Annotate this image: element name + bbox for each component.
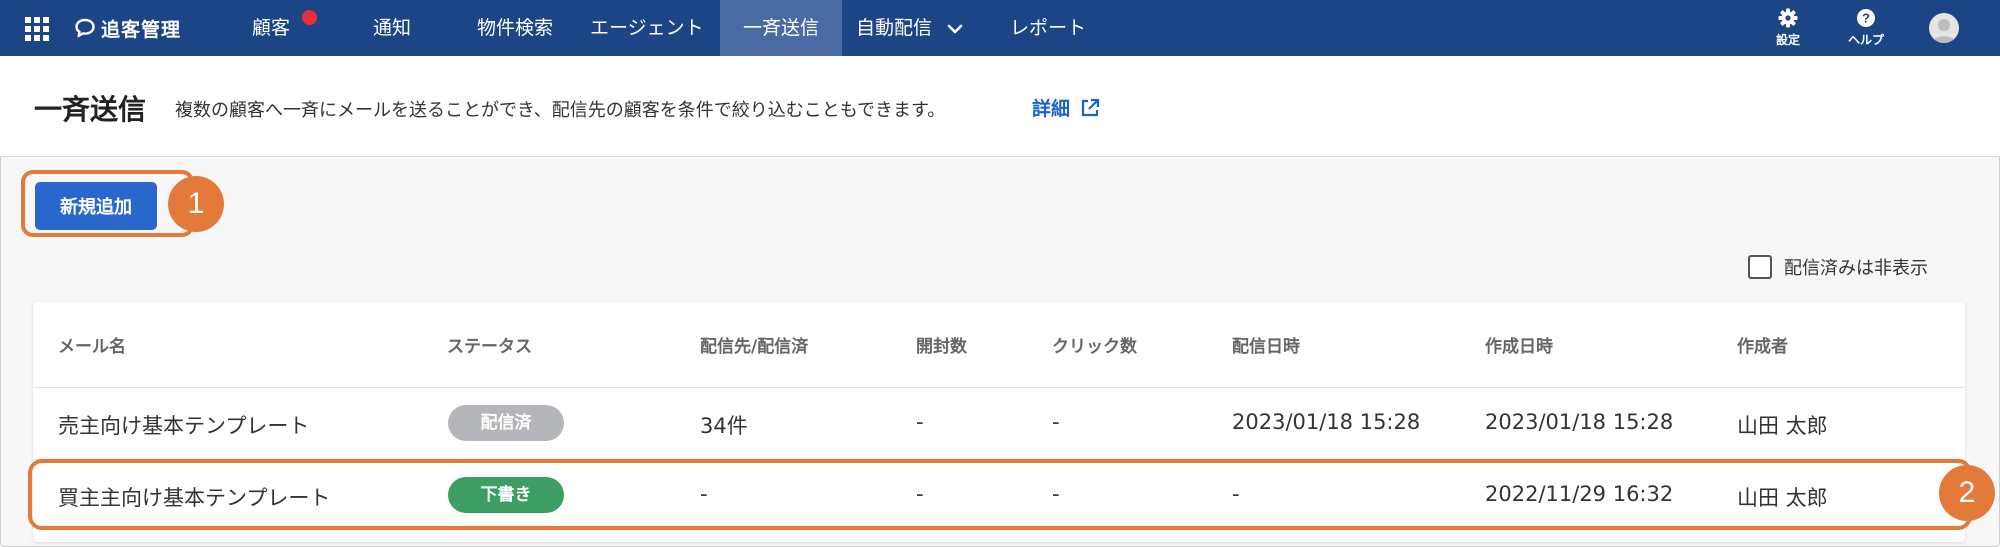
top-nav: 追客管理 顧客 通知 物件検索 エージェント 一斉送信 自動配信 レポート 設定… <box>0 0 2000 56</box>
table-divider <box>33 387 1965 388</box>
question-circle-icon: ? <box>1857 9 1875 27</box>
nav-item-label: エージェント <box>590 17 704 39</box>
nav-item-label: レポート <box>1010 17 1087 39</box>
nav-item-agent[interactable]: エージェント <box>590 0 704 56</box>
nav-item-label: 自動配信 <box>856 17 933 39</box>
hide-sent-label: 配信済みは非表示 <box>1784 258 1928 279</box>
open-count: - <box>916 410 924 434</box>
help-label: ヘルプ <box>1847 33 1884 47</box>
column-header-mail-name[interactable]: メール名 <box>58 332 126 357</box>
external-link-icon <box>1081 98 1100 116</box>
nav-item-bulk-send[interactable]: 一斉送信 <box>720 0 842 56</box>
grid-icon[interactable] <box>25 17 49 41</box>
page-title: 一斉送信 <box>34 93 147 126</box>
hide-sent-toggle[interactable]: 配信済みは非表示 <box>1748 254 1928 280</box>
nav-item-label: 通知 <box>373 17 412 39</box>
column-header-status[interactable]: ステータス <box>447 332 532 357</box>
callout-number-2: 2 <box>1939 465 1995 521</box>
nav-item-label: 顧客 <box>252 17 291 39</box>
callout-number-1: 1 <box>168 176 224 232</box>
mail-name[interactable]: 売主向け基本テンプレート <box>58 410 309 440</box>
notification-badge <box>302 10 317 25</box>
nav-item-label: 物件検索 <box>477 17 554 39</box>
nav-item-report[interactable]: レポート <box>1010 0 1086 56</box>
nav-item-label: 一斉送信 <box>742 17 819 39</box>
nav-item-auto-delivery[interactable]: 自動配信 <box>856 0 964 56</box>
click-count: - <box>1052 410 1060 434</box>
sent-datetime: 2023/01/18 15:28 <box>1232 410 1421 434</box>
detail-link[interactable]: 詳細 <box>1032 94 1100 121</box>
column-header-sent-at[interactable]: 配信日時 <box>1232 332 1300 357</box>
page-description: 複数の顧客へ一斉にメールを送ることができ、配信先の顧客を条件で絞り込むこともでき… <box>175 100 946 121</box>
column-header-created-at[interactable]: 作成日時 <box>1485 332 1553 357</box>
user-avatar-icon[interactable] <box>1929 13 1959 43</box>
settings-label: 設定 <box>1775 33 1800 47</box>
settings-button[interactable]: 設定 <box>1758 8 1818 48</box>
nav-item-customers[interactable]: 顧客 <box>252 0 290 56</box>
page-header: 一斉送信 複数の顧客へ一斉にメールを送ることができ、配信先の顧客を条件で絞り込む… <box>0 56 2000 157</box>
app-name: 追客管理 <box>101 18 182 41</box>
nav-item-property-search[interactable]: 物件検索 <box>477 0 553 56</box>
svg-text:?: ? <box>1862 11 1870 26</box>
hide-sent-checkbox[interactable] <box>1748 255 1772 279</box>
detail-link-label: 詳細 <box>1032 98 1071 120</box>
created-datetime: 2023/01/18 15:28 <box>1485 410 1674 434</box>
help-button[interactable]: ? ヘルプ <box>1836 8 1896 48</box>
column-header-opens[interactable]: 開封数 <box>916 332 967 357</box>
column-header-recipients[interactable]: 配信先/配信済 <box>700 332 808 357</box>
chevron-down-icon <box>947 24 963 33</box>
column-header-clicks[interactable]: クリック数 <box>1052 332 1137 357</box>
callout-highlight-2 <box>28 459 1972 530</box>
nav-item-notifications[interactable]: 通知 <box>373 0 411 56</box>
author-name: 山田 太郎 <box>1737 414 1828 438</box>
status-badge: 配信済 <box>448 405 564 441</box>
recipients-count: 34件 <box>700 414 748 438</box>
app-logo[interactable]: 追客管理 <box>75 14 181 42</box>
gear-icon <box>1778 8 1798 28</box>
chat-bubble-icon <box>75 18 95 38</box>
column-header-author[interactable]: 作成者 <box>1737 332 1788 357</box>
